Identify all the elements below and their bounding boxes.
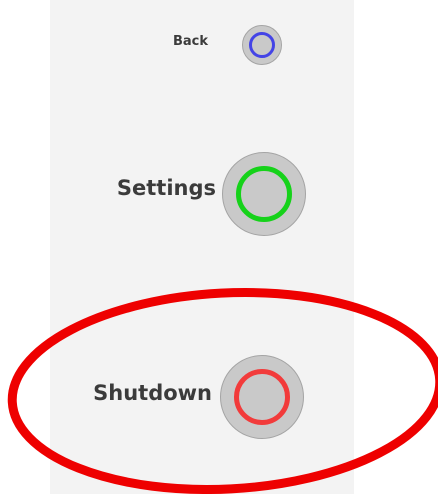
menu-panel [50, 0, 354, 494]
shutdown-label: Shutdown [93, 381, 212, 405]
blue-ring-icon [249, 32, 275, 58]
back-label: Back [172, 34, 208, 49]
back-button[interactable] [242, 25, 282, 65]
settings-label: Settings [116, 176, 216, 200]
green-ring-icon [236, 166, 292, 222]
settings-button[interactable] [222, 152, 306, 236]
shutdown-button[interactable] [220, 355, 304, 439]
red-ring-icon [234, 369, 290, 425]
